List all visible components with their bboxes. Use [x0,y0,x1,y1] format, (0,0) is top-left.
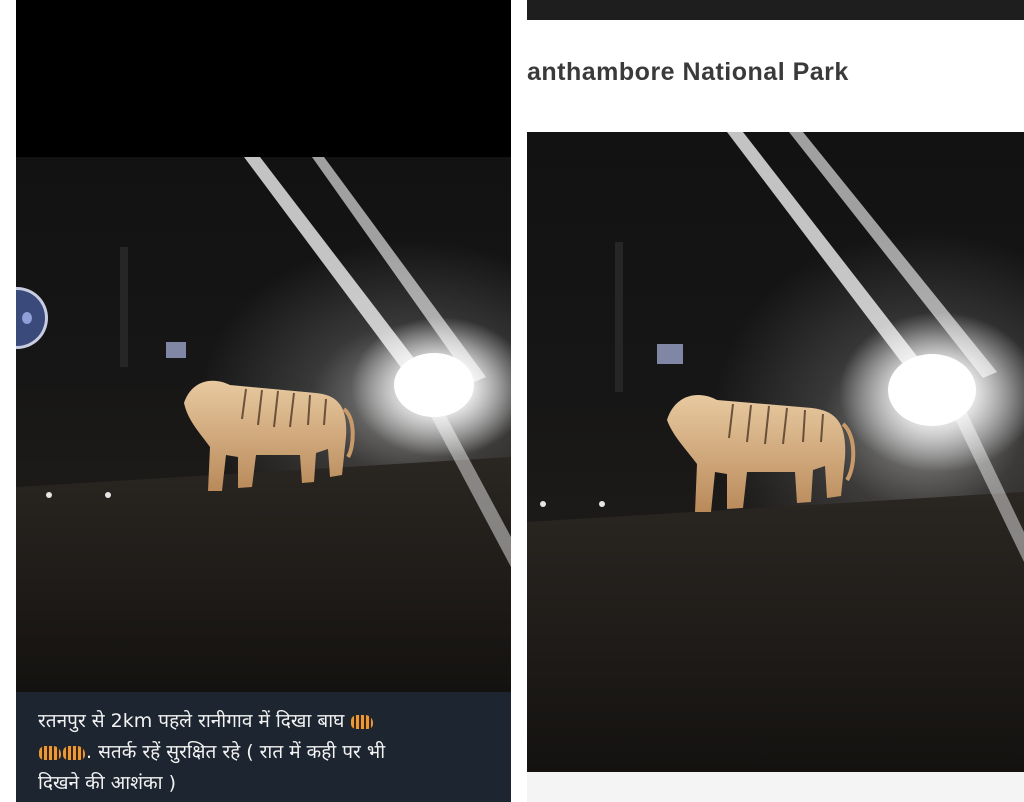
right-photo-art [527,132,1024,772]
article-title[interactable]: anthambore National Park [527,58,849,87]
tiger-emoji-icon [39,745,61,760]
chat-bubble-icon [22,312,32,324]
caption-text-3: दिखने की आशंका ) [38,772,176,794]
caption-line-1: रतनपुर से 2km पहले रानीगाव में दिखा बाघ [38,706,493,737]
tiger-emoji-icon [351,714,374,729]
caption-line-2: . सतर्क रहें सुरक्षित रहे ( रात में कही … [38,737,493,768]
right-tiger-figure [667,394,856,512]
left-social-post-screenshot: रतनपुर से 2km पहले रानीगाव में दिखा बाघ … [16,0,511,802]
tiger-emoji-icon [63,745,85,760]
right-top-bar [527,0,1024,20]
caption-text-2: . सतर्क रहें सुरक्षित रहे ( रात में कही … [86,741,386,763]
left-top-black-area [16,0,511,157]
left-photo-art [16,157,511,692]
right-tiger-night-photo[interactable] [527,132,1024,772]
caption-text-1: रतनपुर से 2km पहले रानीगाव में दिखा बाघ [38,710,345,732]
right-bottom-strip [527,772,1024,802]
left-tiger-night-photo[interactable] [16,157,511,692]
caption-line-3: दिखने की आशंका ) [38,768,493,799]
comparison-collage: रतनपुर से 2km पहले रानीगाव में दिखा बाघ … [0,0,1024,802]
right-article-screenshot: anthambore National Park [527,0,1024,802]
article-header: anthambore National Park [527,20,1024,132]
post-caption: रतनपुर से 2km पहले रानीगाव में दिखा बाघ … [16,692,511,802]
